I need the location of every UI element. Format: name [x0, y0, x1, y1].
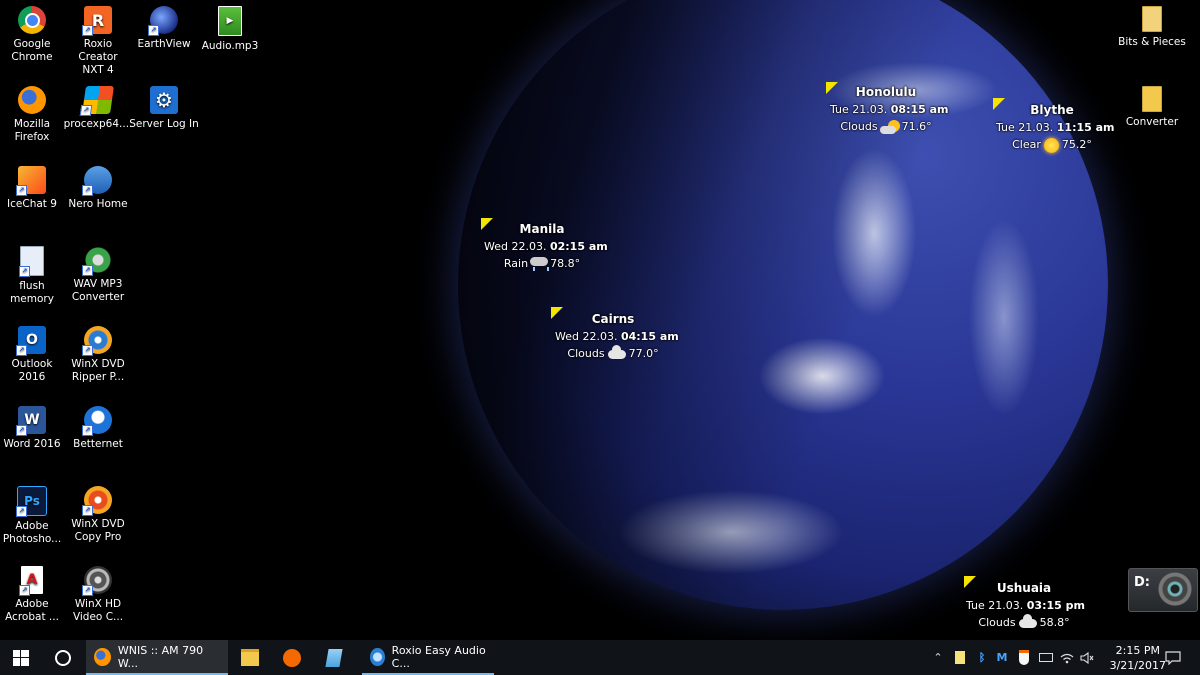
shortcut-arrow-icon: ↗	[79, 105, 93, 116]
taskbar-avast[interactable]	[272, 640, 312, 675]
drive-widget[interactable]: D:	[1128, 568, 1198, 612]
shortcut-arrow-icon: ↗	[19, 266, 30, 277]
gear-icon: ↗	[82, 246, 112, 276]
city-label-blythe: Blythe Tue 21.03. 11:15 am Clear 75.2°	[996, 103, 1115, 153]
desktop-icon-nero-home[interactable]: ↗ Nero Home	[63, 166, 133, 211]
shortcut-arrow-icon: ↗	[16, 345, 27, 356]
windows-start-icon	[13, 649, 29, 666]
acrobat-icon: A ↗	[19, 566, 43, 596]
folder-icon	[1142, 6, 1162, 32]
desktop-icon-earthview[interactable]: ↗ EarthView	[129, 6, 199, 51]
speech-bubble-icon	[1165, 650, 1181, 665]
desktop-icon-winx-dvd-copy[interactable]: ↗ WinX DVD Copy Pro	[63, 486, 133, 544]
speaker-icon	[1080, 651, 1094, 664]
city-label-honolulu: Honolulu Tue 21.03. 08:15 am Clouds 71.6°	[830, 85, 949, 134]
shortcut-arrow-icon: ↗	[82, 25, 93, 36]
taskbar-file-explorer[interactable]	[230, 640, 270, 675]
avast-icon	[283, 648, 301, 667]
shortcut-arrow-icon: ↗	[16, 185, 27, 196]
earth-icon: ↗	[148, 6, 178, 36]
city-label-cairns: Cairns Wed 22.03. 04:15 am Clouds 77.0°	[555, 312, 679, 360]
show-hidden-icons-chevron-icon[interactable]: ⌃	[928, 640, 948, 675]
desktop-icon-flush-memory[interactable]: ↗ flush memory	[0, 246, 67, 306]
firefox-icon	[94, 647, 111, 666]
rain-icon	[530, 257, 550, 271]
film-reel-icon: ↗	[82, 566, 112, 596]
partly-cloudy-icon	[879, 120, 900, 134]
desktop-icon-converter[interactable]: Converter	[1117, 86, 1187, 129]
desktop-icon-procexp[interactable]: ↗ procexp64....	[63, 86, 133, 131]
desktop-icon-google-chrome[interactable]: Google Chrome	[0, 6, 67, 64]
word-icon: W ↗	[16, 406, 46, 436]
firefox-icon	[18, 86, 46, 114]
disc-icon	[1158, 572, 1192, 606]
folder-icon	[1142, 86, 1162, 112]
taskbar-app-roxio[interactable]: Roxio Easy Audio C...	[362, 640, 494, 675]
shortcut-arrow-icon: ↗	[16, 506, 27, 517]
desktop-icon-betternet[interactable]: ↗ Betternet	[63, 406, 133, 451]
cortana-circle-icon	[55, 649, 71, 666]
chrome-icon	[18, 6, 46, 34]
cloud-icon	[607, 344, 626, 359]
folder-icon	[241, 649, 259, 666]
notepad-icon	[325, 648, 343, 667]
mp3-file-icon: ▶	[218, 6, 242, 36]
volume-muted-icon[interactable]	[1077, 640, 1097, 675]
shortcut-arrow-icon: ↗	[16, 425, 27, 436]
city-label-ushuaia: Ushuaia Tue 21.03. 03:15 pm Clouds 58.8°	[966, 581, 1085, 629]
roxio-icon: R ↗	[82, 6, 112, 36]
desktop-icon-wav-mp3[interactable]: ↗ WAV MP3 Converter	[63, 246, 133, 304]
desktop-icon-photoshop[interactable]: Ps ↗ Adobe Photosho...	[0, 486, 67, 546]
winx-copy-icon: ↗	[82, 486, 112, 516]
winx-ripper-icon: ↗	[82, 326, 112, 356]
shortcut-arrow-icon: ↗	[82, 345, 93, 356]
wifi-signal-icon	[1060, 653, 1074, 663]
start-button[interactable]	[0, 640, 42, 675]
desktop-icon-winx-dvd-ripper[interactable]: ↗ WinX DVD Ripper P...	[63, 326, 133, 384]
shortcut-arrow-icon: ↗	[82, 585, 93, 596]
desktop-icon-winx-hd[interactable]: ↗ WinX HD Video C...	[63, 566, 133, 624]
windows-logo-icon: ↗	[79, 86, 114, 116]
desktop: Google Chrome Mozilla Firefox ↗ IceChat …	[0, 0, 1200, 640]
settings-gear-icon: ⚙	[150, 86, 178, 114]
document-icon: ↗	[19, 246, 44, 277]
taskbar-app-firefox[interactable]: WNIS :: AM 790 W...	[86, 640, 228, 675]
icechat-icon: ↗	[16, 166, 46, 196]
taskbar-notepad[interactable]	[314, 640, 354, 675]
malwarebytes-icon[interactable]: M	[992, 640, 1012, 675]
shortcut-arrow-icon: ↗	[82, 425, 93, 436]
shortcut-arrow-icon: ↗	[82, 265, 93, 276]
desktop-icon-mozilla-firefox[interactable]: Mozilla Firefox	[0, 86, 67, 144]
photoshop-icon: Ps ↗	[16, 486, 47, 517]
cloud-icon	[1018, 613, 1037, 628]
shortcut-arrow-icon: ↗	[82, 185, 93, 196]
outlook-icon: O ↗	[16, 326, 46, 356]
tray-notes-icon[interactable]	[950, 640, 970, 675]
shortcut-arrow-icon: ↗	[148, 25, 159, 36]
desktop-icon-acrobat[interactable]: A ↗ Adobe Acrobat ...	[0, 566, 67, 624]
sun-icon	[1043, 137, 1059, 153]
shortcut-arrow-icon: ↗	[19, 585, 30, 596]
desktop-icon-icechat[interactable]: ↗ IceChat 9	[0, 166, 67, 211]
taskbar-clock[interactable]: 2:15 PM 3/21/2017	[1110, 643, 1166, 673]
desktop-icon-word[interactable]: W ↗ Word 2016	[0, 406, 67, 451]
search-button[interactable]	[42, 640, 84, 675]
desktop-icon-server-log-in[interactable]: ⚙ Server Log In	[129, 86, 199, 131]
shield-icon[interactable]	[1014, 640, 1034, 675]
bluetooth-icon[interactable]: ᛒ	[972, 640, 992, 675]
desktop-icon-audio-mp3[interactable]: ▶ Audio.mp3	[195, 6, 265, 53]
wifi-icon[interactable]	[1057, 640, 1077, 675]
nero-icon: ↗	[82, 166, 112, 196]
desktop-icon-outlook[interactable]: O ↗ Outlook 2016	[0, 326, 67, 384]
betternet-icon: ↗	[82, 406, 112, 436]
desktop-icon-bits-and-pieces[interactable]: Bits & Pieces	[1117, 6, 1187, 49]
city-label-manila: Manila Wed 22.03. 02:15 am Rain 78.8°	[484, 222, 608, 271]
shortcut-arrow-icon: ↗	[82, 505, 93, 516]
battery-icon[interactable]	[1036, 640, 1056, 675]
night-shadow	[458, 0, 1108, 610]
desktop-icon-roxio-creator[interactable]: R ↗ Roxio Creator NXT 4	[63, 6, 133, 77]
taskbar: WNIS :: AM 790 W... Roxio Easy Audio C..…	[0, 640, 1200, 675]
roxio-audio-icon	[370, 647, 385, 666]
action-center-notification-icon[interactable]	[1163, 640, 1183, 675]
